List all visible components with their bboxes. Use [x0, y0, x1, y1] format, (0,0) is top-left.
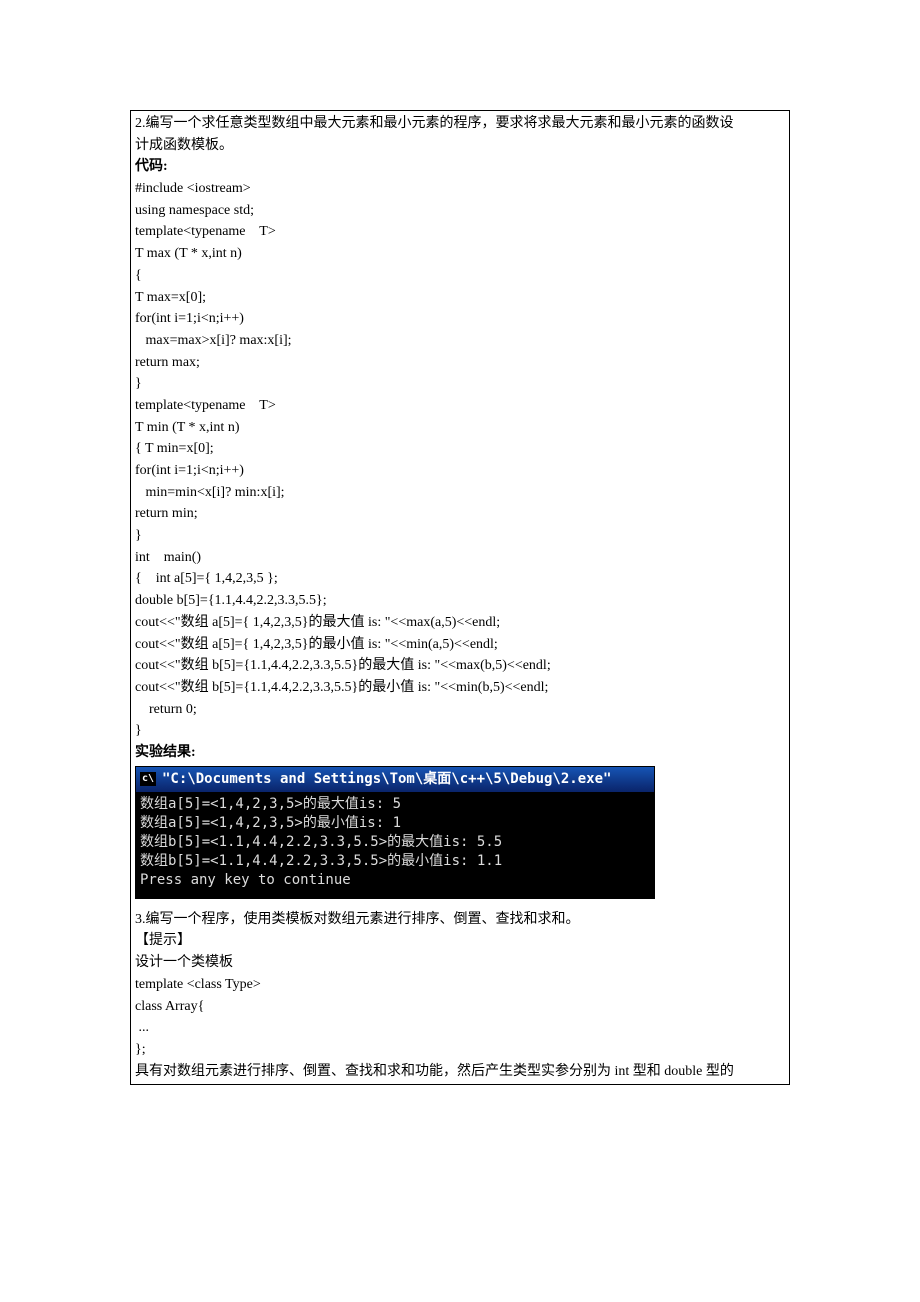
code-line: T max (T * x,int n)	[135, 243, 785, 265]
code-line: template<typename T>	[135, 221, 785, 243]
problem3-line: 3.编写一个程序，使用类模板对数组元素进行排序、倒置、查找和求和。	[135, 909, 785, 931]
code-line: {	[135, 265, 785, 287]
code-block: #include <iostream>using namespace std;t…	[135, 178, 785, 742]
code-line: }	[135, 720, 785, 742]
terminal-body: 数组a[5]=<1,4,2,3,5>的最大值is: 5 数组a[5]=<1,4,…	[135, 792, 655, 898]
code-line: min=min<x[i]? min:x[i];	[135, 482, 785, 504]
terminal-title-text: "C:\Documents and Settings\Tom\桌面\c++\5\…	[162, 769, 611, 791]
code-line: for(int i=1;i<n;i++)	[135, 460, 785, 482]
code-line: return 0;	[135, 699, 785, 721]
code-line: int main()	[135, 547, 785, 569]
code-line: T min (T * x,int n)	[135, 417, 785, 439]
code-line: return max;	[135, 352, 785, 374]
code-line: template<typename T>	[135, 395, 785, 417]
problem3-line: 设计一个类模板	[135, 952, 785, 974]
code-line: cout<<"数组 b[5]={1.1,4.4,2.2,3.3,5.5}的最大值…	[135, 655, 785, 677]
code-line: for(int i=1;i<n;i++)	[135, 308, 785, 330]
code-line: return min;	[135, 503, 785, 525]
code-line: }	[135, 373, 785, 395]
code-line: { T min=x[0];	[135, 438, 785, 460]
problem3-block: 3.编写一个程序，使用类模板对数组元素进行排序、倒置、查找和求和。【提示】设计一…	[135, 909, 785, 1083]
code-line: T max=x[0];	[135, 287, 785, 309]
problem3-line: };	[135, 1039, 785, 1061]
content: 2.编写一个求任意类型数组中最大元素和最小元素的程序，要求将求最大元素和最小元素…	[131, 111, 789, 1084]
code-line: }	[135, 525, 785, 547]
problem3-line: 具有对数组元素进行排序、倒置、查找和求和功能，然后产生类型实参分别为 int 型…	[135, 1061, 785, 1083]
problem3-line: 【提示】	[135, 930, 785, 952]
content-frame: 2.编写一个求任意类型数组中最大元素和最小元素的程序，要求将求最大元素和最小元素…	[130, 110, 790, 1085]
code-line: cout<<"数组 a[5]={ 1,4,2,3,5}的最大值 is: "<<m…	[135, 612, 785, 634]
code-line: cout<<"数组 a[5]={ 1,4,2,3,5}的最小值 is: "<<m…	[135, 634, 785, 656]
problem3-line: template <class Type>	[135, 974, 785, 996]
code-line: using namespace std;	[135, 200, 785, 222]
code-line: double b[5]={1.1,4.4,2.2,3.3,5.5};	[135, 590, 785, 612]
page: 2.编写一个求任意类型数组中最大元素和最小元素的程序，要求将求最大元素和最小元素…	[0, 0, 920, 1302]
problem2-desc-l1: 2.编写一个求任意类型数组中最大元素和最小元素的程序，要求将求最大元素和最小元素…	[135, 113, 785, 135]
cmd-icon: c\	[140, 772, 156, 786]
problem2-desc-l2: 计成函数模板。	[135, 135, 785, 157]
terminal-titlebar: c\ "C:\Documents and Settings\Tom\桌面\c++…	[135, 766, 655, 793]
code-line: max=max>x[i]? max:x[i];	[135, 330, 785, 352]
code-line: cout<<"数组 b[5]={1.1,4.4,2.2,3.3,5.5}的最小值…	[135, 677, 785, 699]
result-label: 实验结果:	[135, 742, 785, 764]
problem3-line: ...	[135, 1017, 785, 1039]
problem3-line: class Array{	[135, 996, 785, 1018]
code-line: { int a[5]={ 1,4,2,3,5 };	[135, 568, 785, 590]
terminal-window: c\ "C:\Documents and Settings\Tom\桌面\c++…	[135, 766, 655, 899]
code-line: #include <iostream>	[135, 178, 785, 200]
code-label: 代码:	[135, 156, 785, 178]
